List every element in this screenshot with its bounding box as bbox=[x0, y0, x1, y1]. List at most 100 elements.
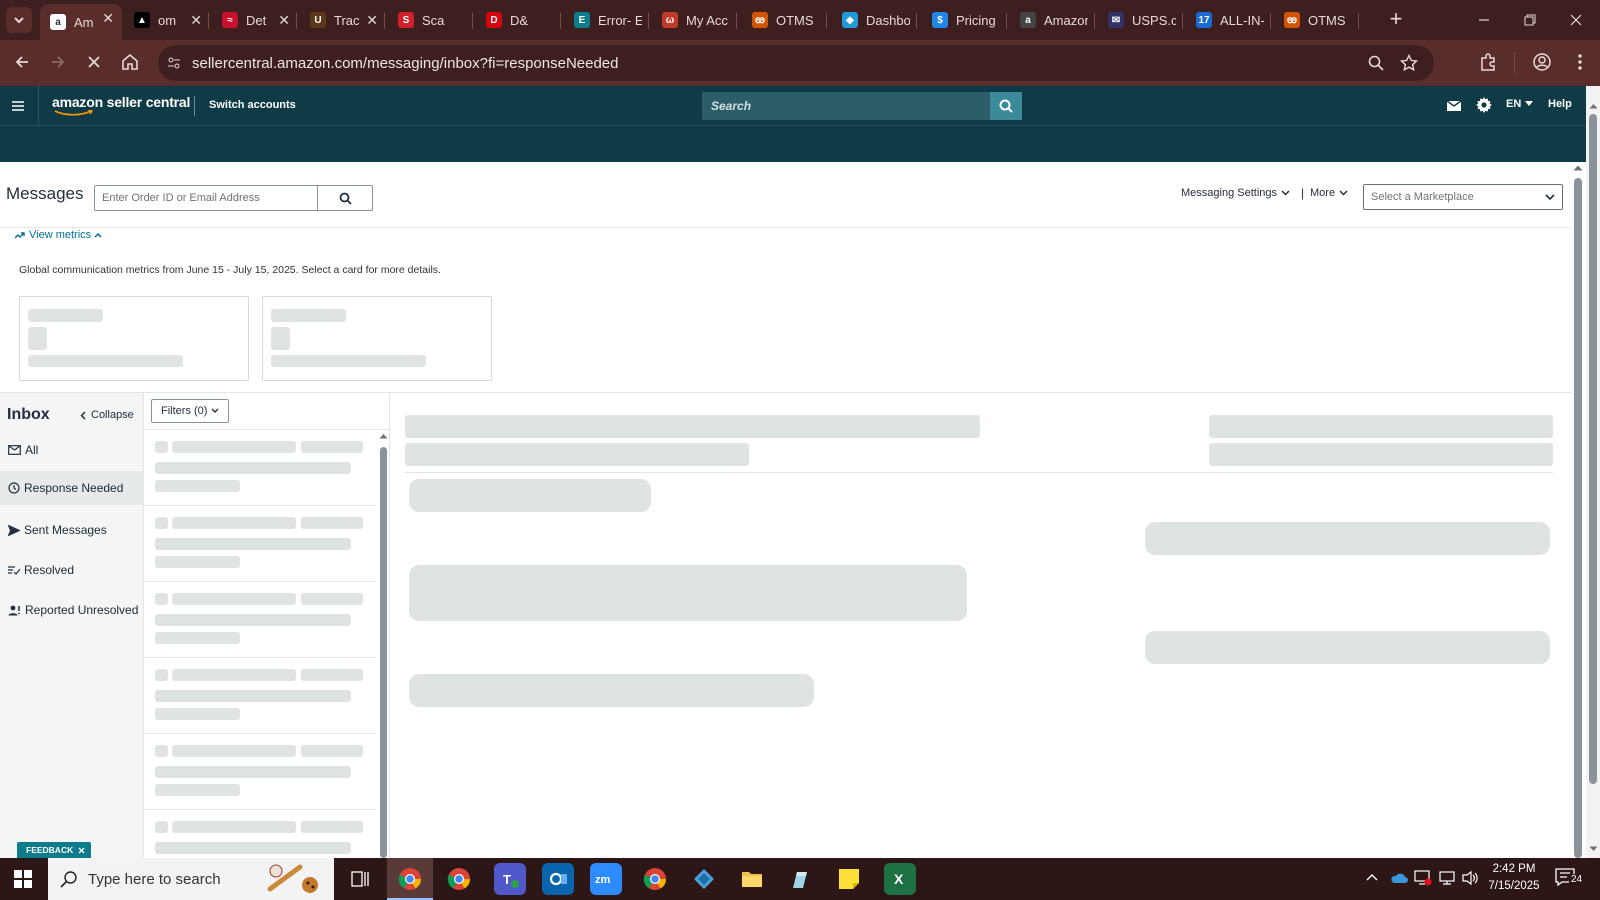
start-button[interactable] bbox=[14, 870, 32, 888]
browser-tab[interactable]: ꙭ OTMS bbox=[1284, 6, 1352, 34]
tab-close-icon[interactable]: ✕ bbox=[190, 12, 202, 29]
switch-accounts-link[interactable]: Switch accounts bbox=[209, 99, 296, 111]
taskbar-search-box[interactable]: Type here to search bbox=[48, 858, 334, 900]
task-view-button[interactable] bbox=[350, 869, 370, 889]
marketplace-select[interactable]: Select a Marketplace bbox=[1363, 184, 1563, 210]
browser-tab[interactable]: ≈ Det ✕ bbox=[222, 6, 290, 34]
taskbar-excel[interactable]: X bbox=[884, 863, 916, 895]
show-hidden-icons-button[interactable] bbox=[1366, 873, 1378, 881]
messaging-settings-dropdown[interactable]: Messaging Settings bbox=[1181, 187, 1290, 199]
browser-tab[interactable]: a Amazon bbox=[1020, 6, 1088, 34]
home-button[interactable] bbox=[120, 52, 140, 72]
browser-tab[interactable]: ꙭ OTMS bbox=[752, 6, 820, 34]
close-icon[interactable] bbox=[78, 847, 85, 854]
nav-all[interactable]: All bbox=[8, 443, 38, 457]
taskbar-outlook[interactable] bbox=[542, 863, 574, 895]
metric-card[interactable] bbox=[262, 296, 492, 381]
browser-tab[interactable]: 17 ALL-IN- bbox=[1196, 6, 1264, 34]
address-bar[interactable]: sellercentral.amazon.com/messaging/inbox… bbox=[158, 45, 1434, 81]
message-list-item[interactable] bbox=[144, 430, 376, 506]
more-dropdown[interactable]: More bbox=[1310, 187, 1348, 199]
notification-center-button[interactable]: 24 bbox=[1555, 868, 1591, 892]
browser-menu-button[interactable] bbox=[1570, 52, 1590, 72]
profile-button[interactable] bbox=[1532, 52, 1552, 72]
taskbar-teams[interactable]: T bbox=[494, 863, 526, 895]
message-list-scrollbar[interactable] bbox=[379, 433, 388, 858]
extensions-button[interactable] bbox=[1478, 52, 1498, 72]
skeleton-placeholder bbox=[301, 593, 363, 605]
new-tab-button[interactable]: + bbox=[1384, 8, 1408, 32]
nav-reported-unresolved[interactable]: Reported Unresolved bbox=[8, 603, 138, 617]
scroll-up-arrow-icon[interactable] bbox=[379, 433, 388, 439]
security-tray[interactable] bbox=[1414, 870, 1432, 886]
order-search-input[interactable]: Enter Order ID or Email Address bbox=[94, 185, 318, 211]
order-search-button[interactable] bbox=[317, 185, 373, 211]
browser-tab[interactable]: ▲ om ✕ bbox=[134, 6, 202, 34]
tab-close-icon[interactable]: ✕ bbox=[278, 12, 290, 29]
forward-button[interactable] bbox=[48, 52, 68, 72]
global-search-button[interactable] bbox=[990, 92, 1022, 120]
taskbar-chrome-active[interactable] bbox=[387, 858, 433, 900]
page-scrollbar[interactable] bbox=[1572, 162, 1584, 858]
settings-button[interactable] bbox=[1476, 97, 1492, 113]
message-list-item[interactable] bbox=[144, 582, 376, 658]
clock-tray[interactable]: 2:42 PM 7/15/2025 bbox=[1484, 861, 1544, 895]
back-button[interactable] bbox=[12, 52, 32, 72]
browser-tab[interactable]: ✉ USPS.co bbox=[1108, 6, 1176, 34]
scrollbar-thumb[interactable] bbox=[1589, 114, 1597, 784]
metric-card[interactable] bbox=[19, 296, 249, 381]
scroll-up-arrow-icon[interactable] bbox=[1589, 103, 1598, 109]
browser-tab[interactable]: E Error- E bbox=[574, 6, 642, 34]
view-metrics-toggle[interactable]: View metrics bbox=[14, 229, 102, 241]
taskbar-app-diamond[interactable] bbox=[693, 868, 715, 890]
browser-tab[interactable]: a Am ✕ bbox=[40, 4, 122, 40]
message-list-item[interactable] bbox=[144, 658, 376, 734]
browser-tab[interactable]: ◆ Dashbo bbox=[842, 6, 910, 34]
messages-mail-button[interactable] bbox=[1446, 99, 1462, 113]
onedrive-tray[interactable] bbox=[1390, 872, 1408, 884]
stop-loading-button[interactable] bbox=[84, 52, 104, 72]
taskbar-chrome[interactable] bbox=[447, 867, 471, 891]
taskbar-app-pencil[interactable] bbox=[789, 868, 811, 890]
browser-tab[interactable]: ω My Acc bbox=[662, 6, 730, 34]
browser-tab[interactable]: $ Pricing bbox=[932, 6, 1000, 34]
browser-tab[interactable]: U Trac ✕ bbox=[310, 6, 378, 34]
window-minimize-button[interactable] bbox=[1474, 10, 1494, 30]
language-selector[interactable]: EN bbox=[1506, 98, 1534, 110]
feedback-tab[interactable]: FEEDBACK bbox=[17, 842, 92, 858]
taskbar-chrome-profile[interactable] bbox=[643, 867, 667, 891]
seller-central-logo[interactable]: amazon seller central bbox=[52, 94, 190, 116]
taskbar-sticky-notes[interactable] bbox=[838, 868, 860, 890]
browser-tab[interactable]: S Sca bbox=[398, 6, 466, 34]
network-tray[interactable] bbox=[1438, 870, 1456, 886]
browser-toolbar: sellercentral.amazon.com/messaging/inbox… bbox=[0, 40, 1600, 86]
hamburger-menu-button[interactable] bbox=[10, 98, 26, 114]
message-list-item[interactable] bbox=[144, 734, 376, 810]
nav-response-needed[interactable]: Response Needed bbox=[0, 471, 143, 505]
global-search-box[interactable]: Search bbox=[702, 92, 1022, 120]
taskbar-zoom[interactable]: zm bbox=[590, 863, 622, 895]
tab-search-dropdown[interactable] bbox=[6, 7, 32, 33]
collapse-button[interactable]: Collapse bbox=[80, 409, 134, 421]
volume-tray[interactable] bbox=[1461, 870, 1479, 886]
taskbar-file-explorer[interactable] bbox=[741, 869, 763, 889]
scroll-up-arrow-icon[interactable] bbox=[1573, 164, 1583, 171]
help-link[interactable]: Help bbox=[1548, 98, 1572, 110]
nav-resolved[interactable]: Resolved bbox=[8, 563, 74, 577]
message-list-item[interactable] bbox=[144, 810, 376, 858]
filters-dropdown[interactable]: Filters (0) bbox=[151, 399, 229, 423]
message-list-item[interactable] bbox=[144, 506, 376, 582]
scrollbar-thumb[interactable] bbox=[1574, 178, 1582, 858]
browser-tab[interactable]: D D& bbox=[486, 6, 554, 34]
scrollbar-thumb[interactable] bbox=[380, 447, 387, 858]
window-close-button[interactable] bbox=[1566, 10, 1586, 30]
tab-title: My Acc bbox=[686, 12, 728, 28]
window-restore-button[interactable] bbox=[1520, 10, 1540, 30]
tab-close-icon[interactable]: ✕ bbox=[102, 10, 114, 27]
zoom-icon[interactable] bbox=[1368, 55, 1384, 71]
star-icon[interactable] bbox=[1400, 54, 1418, 72]
scroll-down-arrow-icon[interactable] bbox=[1589, 846, 1598, 852]
nav-sent-messages[interactable]: Sent Messages bbox=[8, 523, 107, 537]
browser-scrollbar[interactable] bbox=[1586, 86, 1600, 858]
tab-close-icon[interactable]: ✕ bbox=[366, 12, 378, 29]
